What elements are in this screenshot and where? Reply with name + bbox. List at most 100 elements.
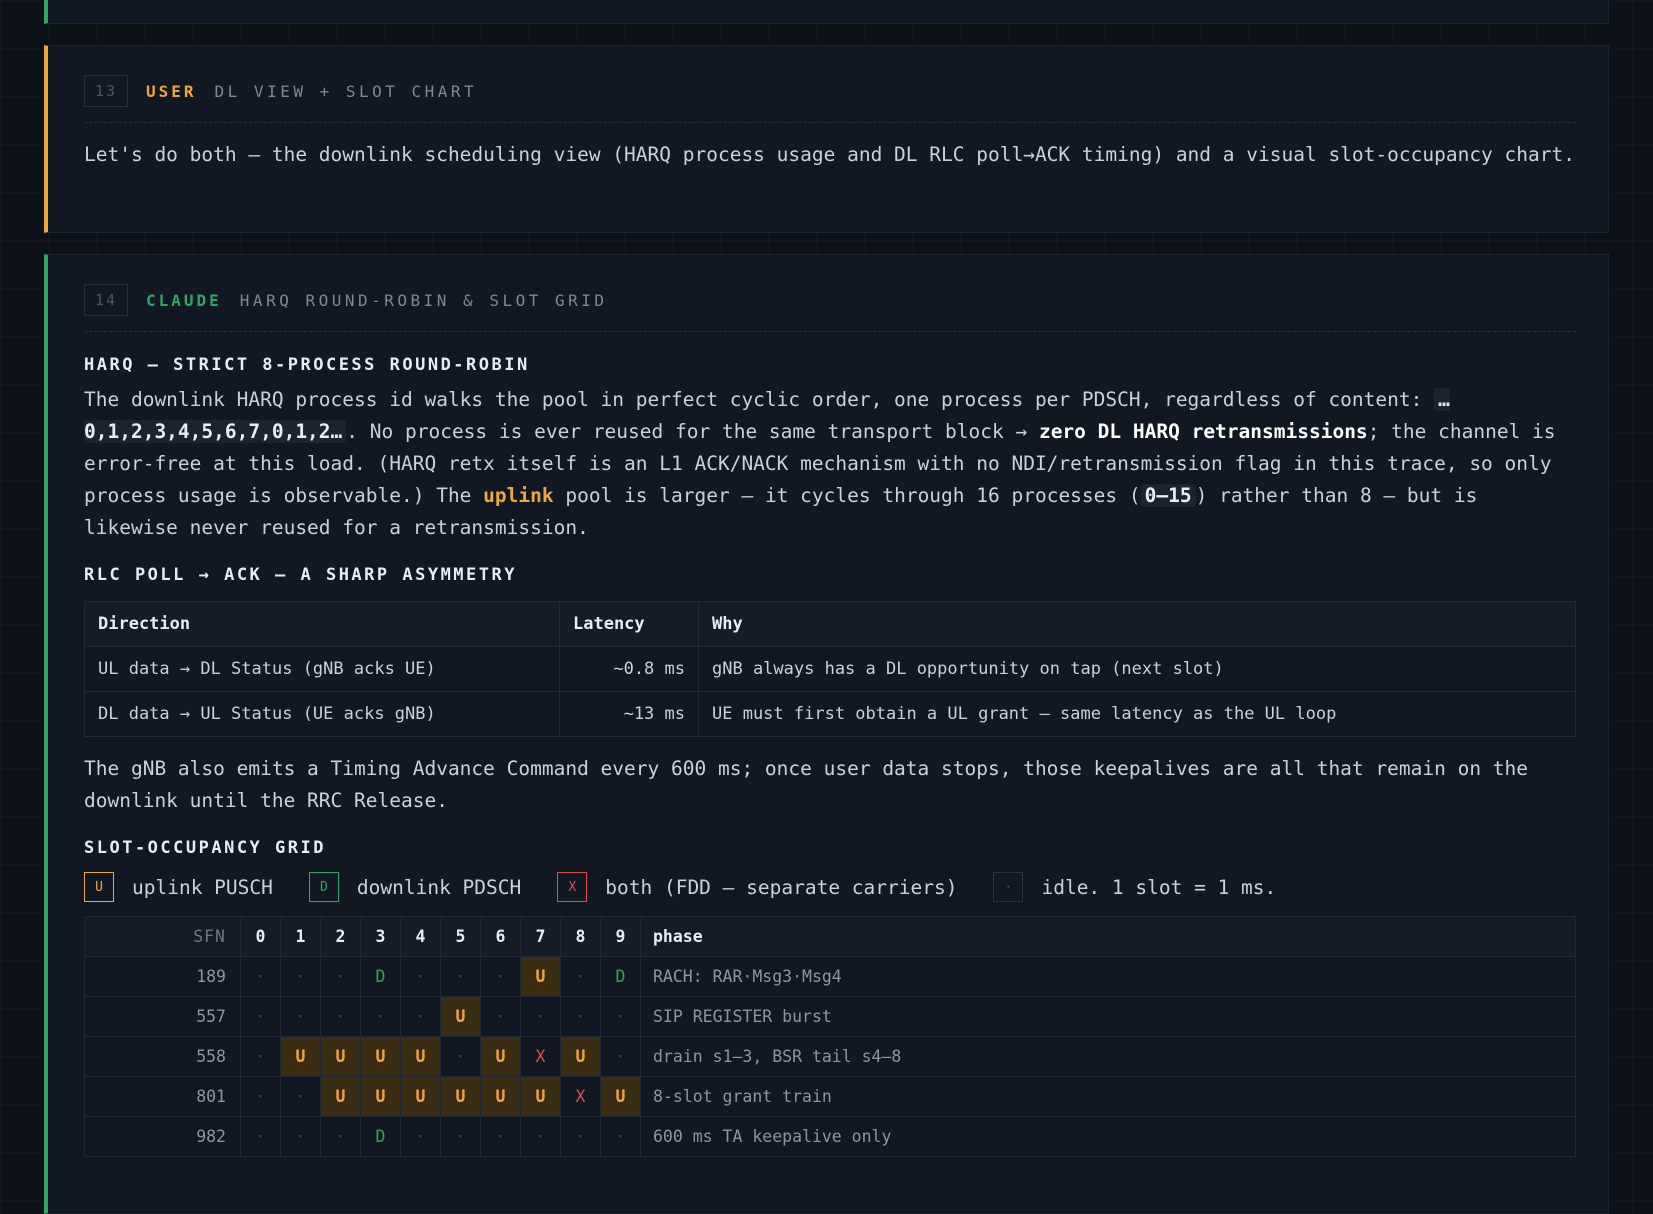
direction-cell: UL data → DL Status (gNB acks UE) (84, 646, 560, 692)
harq-bold: zero DL HARQ retransmissions (1038, 420, 1368, 443)
message-header: 14 CLAUDE HARQ ROUND-ROBIN & SLOT GRID (84, 283, 1576, 332)
slot-cell-idle: · (480, 956, 521, 997)
grid-row: 558 · U U U U · U X U · drain s1–3, BSR tail s4–8 (84, 1036, 1576, 1077)
slot-cell-uplink: U (520, 1076, 561, 1117)
slot-cell-idle: · (320, 996, 361, 1037)
slot-cell-idle: · (600, 1116, 641, 1157)
slot-cell-idle: · (600, 1036, 641, 1077)
phase-cell: 600 ms TA keepalive only (640, 1116, 1576, 1157)
slot-grid-table: SFN 0 1 2 3 4 5 6 7 8 9 phase 189 · · · D · · · U · D RACH: R… (84, 916, 1576, 1157)
process-range-code: 0–15 (1140, 484, 1196, 507)
sfn-cell: 982 (84, 1116, 241, 1157)
slot-cell-downlink: D (360, 1116, 401, 1157)
slot-cell-uplink: U (440, 1076, 481, 1117)
legend-label: downlink PDSCH (356, 875, 522, 899)
phase-cell: drain s1–3, BSR tail s4–8 (640, 1036, 1576, 1077)
message-subtitle: DL VIEW + SLOT CHART (214, 81, 478, 101)
slot-cell-idle: · (440, 956, 481, 997)
message-number: 13 (84, 75, 128, 107)
grid-legend: U uplink PUSCH D downlink PDSCH X both (… (84, 872, 1576, 902)
slot-cell-idle: · (360, 996, 401, 1037)
legend-label: idle. 1 slot = 1 ms. (1041, 875, 1277, 899)
sfn-cell: 558 (84, 1036, 241, 1077)
role-label: USER (146, 81, 197, 101)
slot-cell-idle: · (480, 996, 521, 1037)
slot-cell-uplink: U (360, 1036, 401, 1077)
role-label: CLAUDE (146, 290, 222, 310)
slot-cell-idle: · (560, 996, 601, 1037)
ta-paragraph: The gNB also emits a Timing Advance Comm… (84, 757, 1529, 812)
legend-idle-swatch: · (993, 872, 1024, 902)
slot-cell-uplink: U (360, 1076, 401, 1117)
slot-cell-idle: · (400, 1116, 441, 1157)
user-message-text: Let's do both — the downlink scheduling … (84, 143, 1575, 166)
sfn-cell: 557 (84, 996, 241, 1037)
message-subtitle: HARQ ROUND-ROBIN & SLOT GRID (239, 290, 608, 310)
slot-cell-idle: · (240, 996, 281, 1037)
slot-cell-idle: · (520, 1116, 561, 1157)
slot-cell-idle: · (240, 1036, 281, 1077)
slot-cell-idle: · (440, 1116, 481, 1157)
grid-row: 982 · · · D · · · · · · 600 ms TA keepalive only (84, 1116, 1576, 1157)
slot-cell-idle: · (240, 956, 281, 997)
slot-cell-uplink: U (600, 1076, 641, 1117)
direction-cell: DL data → UL Status (UE acks gNB) (84, 691, 560, 737)
slot-cell-idle: · (280, 996, 321, 1037)
slot-cell-idle: · (240, 1076, 281, 1117)
slot-cell-idle: · (480, 1116, 521, 1157)
sfn-cell: 801 (84, 1076, 241, 1117)
slot-cell-downlink: D (360, 956, 401, 997)
grid-heading: SLOT-OCCUPANCY GRID (84, 838, 326, 858)
slot-cell-uplink: U (480, 1036, 521, 1077)
message-number: 14 (84, 284, 128, 316)
slot-cell-uplink: U (320, 1076, 361, 1117)
slot-header: 3 (360, 916, 401, 957)
harq-text: The downlink HARQ process id walks the p… (84, 388, 1435, 411)
slot-header: 7 (520, 916, 561, 957)
column-header: Why (698, 601, 1576, 647)
grid-row: 189 · · · D · · · U · D RACH: RAR·Msg3·Msg4 (84, 956, 1576, 997)
harq-text: pool is larger — it cycles through 16 pr… (553, 484, 1141, 507)
slot-cell-both: X (520, 1036, 561, 1077)
slot-header: 1 (280, 916, 321, 957)
slot-header: 2 (320, 916, 361, 957)
message-header: 13 USER DL VIEW + SLOT CHART (84, 74, 1576, 123)
slot-cell-idle: · (280, 1116, 321, 1157)
slot-cell-uplink: U (520, 956, 561, 997)
phase-cell: 8-slot grant train (640, 1076, 1576, 1117)
slot-header: 6 (480, 916, 521, 957)
latency-cell: ~13 ms (559, 691, 699, 737)
slot-cell-uplink: U (480, 1076, 521, 1117)
grid-row: 801 · · U U U U U U X U 8-slot grant train (84, 1076, 1576, 1117)
legend-both-swatch: X (557, 872, 588, 902)
phase-cell: SIP REGISTER burst (640, 996, 1576, 1037)
grid-header-row: SFN 0 1 2 3 4 5 6 7 8 9 phase (84, 916, 1576, 957)
legend-downlink-swatch: D (308, 872, 339, 902)
harq-text: . No process is ever reused for the same… (346, 420, 1039, 443)
table-header-row: Direction Latency Why (84, 601, 1576, 647)
column-header: Latency (559, 601, 699, 647)
slot-header: 4 (400, 916, 441, 957)
slot-cell-idle: · (600, 996, 641, 1037)
user-message-card: 13 USER DL VIEW + SLOT CHART Let's do bo… (44, 45, 1609, 233)
slot-cell-uplink: U (560, 1036, 601, 1077)
slot-cell-idle: · (280, 956, 321, 997)
slot-cell-idle: · (400, 996, 441, 1037)
slot-cell-both: X (560, 1076, 601, 1117)
column-header: Direction (84, 601, 560, 647)
slot-header: 8 (560, 916, 601, 957)
slot-cell-idle: · (320, 956, 361, 997)
slot-cell-uplink: U (440, 996, 481, 1037)
harq-heading: HARQ — STRICT 8-PROCESS ROUND-ROBIN (84, 355, 530, 375)
slot-cell-idle: · (320, 1116, 361, 1157)
legend-label: uplink PUSCH (132, 875, 273, 899)
legend-label: both (FDD — separate carriers) (605, 875, 958, 899)
slot-cell-idle: · (520, 996, 561, 1037)
slot-header: 0 (240, 916, 281, 957)
slot-cell-idle: · (560, 1116, 601, 1157)
grid-row: 557 · · · · · U · · · · SIP REGISTER burst (84, 996, 1576, 1037)
sfn-cell: 189 (84, 956, 241, 997)
rlc-heading: RLC POLL → ACK — A SHARP ASYMMETRY (84, 565, 517, 585)
uplink-highlight: uplink (483, 484, 554, 507)
rlc-table: Direction Latency Why UL data → DL Statu… (84, 601, 1576, 737)
